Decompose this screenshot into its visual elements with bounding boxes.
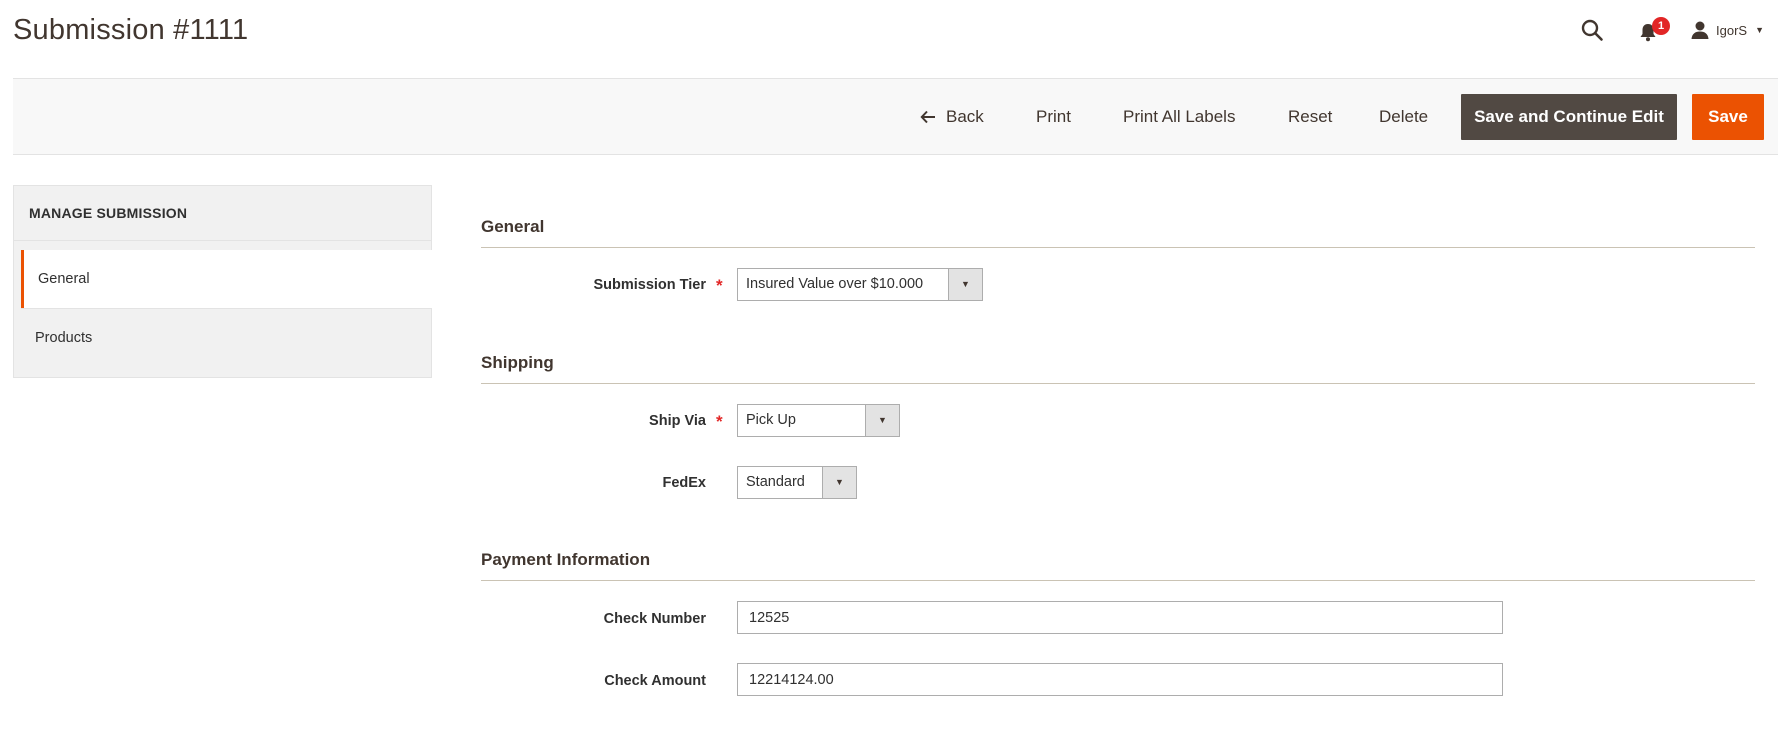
sidebar-divider xyxy=(14,240,431,241)
fedex-select[interactable]: Standard ▼ xyxy=(737,466,857,499)
action-bar: Back Print Print All Labels Reset Delete… xyxy=(13,78,1778,155)
arrow-left-icon xyxy=(920,110,935,124)
check-amount-input[interactable] xyxy=(737,663,1503,696)
sidebar-item-products[interactable]: Products xyxy=(21,308,432,366)
dropdown-arrow-icon: ▼ xyxy=(865,405,899,436)
submission-tier-label: Submission Tier xyxy=(593,277,706,293)
ship-via-select[interactable]: Pick Up ▼ xyxy=(737,404,900,437)
ship-via-value: Pick Up xyxy=(746,412,796,428)
search-icon xyxy=(1581,19,1603,41)
ship-via-label: Ship Via xyxy=(649,413,706,429)
fedex-value: Standard xyxy=(746,474,805,490)
section-shipping-title: Shipping xyxy=(481,353,1755,384)
notifications-button[interactable]: 1 xyxy=(1637,17,1670,46)
back-button[interactable]: Back xyxy=(920,94,984,140)
page: Submission #1111 1 IgorS ▼ Back Print Pr… xyxy=(0,0,1791,749)
user-menu[interactable]: IgorS ▼ xyxy=(1690,17,1764,43)
fedex-label: FedEx xyxy=(662,475,706,491)
required-marker: * xyxy=(716,276,723,295)
section-payment-title: Payment Information xyxy=(481,550,1755,581)
back-label: Back xyxy=(946,107,984,126)
sidebar-item-general[interactable]: General xyxy=(21,250,432,308)
print-button[interactable]: Print xyxy=(1036,94,1071,140)
sidebar-title: MANAGE SUBMISSION xyxy=(29,205,188,221)
submission-tier-select[interactable]: Insured Value over $10.000 ▼ xyxy=(737,268,983,301)
reset-button[interactable]: Reset xyxy=(1288,94,1332,140)
submission-tier-value: Insured Value over $10.000 xyxy=(746,276,924,292)
check-number-label: Check Number xyxy=(603,611,706,627)
required-marker: * xyxy=(716,412,723,431)
notification-badge: 1 xyxy=(1652,17,1670,35)
dropdown-arrow-icon: ▼ xyxy=(822,467,856,498)
sidebar: MANAGE SUBMISSION General Products xyxy=(13,185,432,378)
search-button[interactable] xyxy=(1580,18,1606,44)
user-icon xyxy=(1691,21,1709,39)
check-amount-label: Check Amount xyxy=(604,673,706,689)
check-number-input[interactable] xyxy=(737,601,1503,634)
save-button[interactable]: Save xyxy=(1692,94,1764,140)
section-general-title: General xyxy=(481,217,1755,248)
chevron-down-icon: ▼ xyxy=(1755,25,1764,35)
dropdown-arrow-icon: ▼ xyxy=(948,269,982,300)
delete-button[interactable]: Delete xyxy=(1379,94,1428,140)
page-title: Submission #1111 xyxy=(13,14,249,46)
save-and-continue-button[interactable]: Save and Continue Edit xyxy=(1461,94,1677,140)
print-all-labels-button[interactable]: Print All Labels xyxy=(1123,94,1235,140)
username: IgorS xyxy=(1716,22,1748,38)
